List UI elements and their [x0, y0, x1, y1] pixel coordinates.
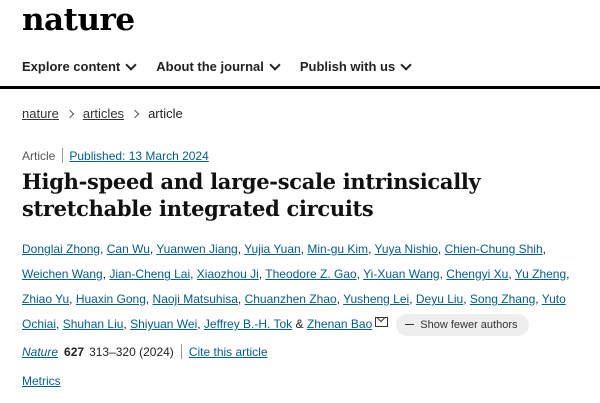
author-link[interactable]: Xiaozhou Ji [197, 267, 259, 281]
site-header: nature Explore content About the journal… [0, 0, 600, 89]
volume: 627 [64, 344, 85, 359]
breadcrumb-link-articles[interactable]: articles [83, 106, 124, 121]
chevron-right-icon [65, 109, 75, 118]
author-link[interactable]: Yusheng Lei [343, 292, 409, 306]
author-link[interactable]: Chengyi Xu [446, 267, 508, 281]
meta-divider [62, 148, 64, 163]
author-link[interactable]: Naoji Matsuhisa [153, 292, 238, 306]
nav-about-the-journal[interactable]: About the journal [156, 58, 281, 74]
author-link[interactable]: Can Wu [107, 242, 150, 256]
author-link[interactable]: Huaxin Gong [76, 292, 146, 306]
published-date-link[interactable]: Published: 13 March 2024 [69, 149, 208, 163]
author-and: & [295, 317, 304, 331]
nav-label: Publish with us [299, 59, 396, 74]
author-link[interactable]: Theodore Z. Gao [265, 267, 356, 281]
chevron-down-icon [269, 58, 281, 71]
author-link[interactable]: Shiyuan Wei [130, 317, 197, 331]
author-link[interactable]: Deyu Liu [416, 292, 463, 306]
pages-year: 313–320 (2024) [89, 344, 174, 359]
chevron-down-icon [400, 58, 412, 71]
show-fewer-authors-button[interactable]: Show fewer authors [396, 314, 529, 336]
article-type: Article [22, 148, 56, 163]
main-nav: Explore content About the journal Publis… [22, 58, 431, 74]
author-link[interactable]: Donglai Zhong [22, 242, 100, 256]
author-link[interactable]: Weichen Wang [22, 267, 103, 281]
citation-line: Nature 627 313–320 (2024) Cite this arti… [22, 344, 268, 359]
author-link[interactable]: Yujia Yuan [244, 242, 301, 256]
citation-divider [180, 344, 182, 359]
journal-link[interactable]: Nature [22, 345, 58, 359]
author-link[interactable]: Chuanzhen Zhao [245, 292, 337, 306]
author-link[interactable]: Yuya Nishio [375, 242, 438, 256]
author-link[interactable]: Min-gu Kim [307, 242, 368, 256]
minus-icon [405, 323, 415, 325]
breadcrumb-current: article [148, 106, 183, 121]
breadcrumb-link-nature[interactable]: nature [22, 106, 59, 121]
envelope-icon[interactable] [375, 317, 389, 327]
article-title: High-speed and large-scale intrinsically… [22, 169, 481, 221]
breadcrumb: nature articles article [22, 106, 183, 121]
author-link[interactable]: Yuanwen Jiang [156, 242, 237, 256]
nav-explore-content[interactable]: Explore content [22, 58, 137, 74]
author-link[interactable]: Yu Zheng [515, 267, 566, 281]
author-link[interactable]: Zhiao Yu [22, 292, 69, 306]
author-link-corresponding[interactable]: Zhenan Bao [307, 317, 372, 331]
author-link[interactable]: Jeffrey B.-H. Tok [204, 317, 292, 331]
nav-publish-with-us[interactable]: Publish with us [299, 58, 412, 74]
author-link[interactable]: Jian-Cheng Lai [109, 267, 190, 281]
author-list: Donglai Zhong, Can Wu, Yuanwen Jiang, Yu… [22, 237, 590, 337]
author-link[interactable]: Shuhan Liu [63, 317, 124, 331]
nav-label: About the journal [156, 59, 264, 74]
author-link[interactable]: Song Zhang [470, 292, 535, 306]
nature-logo[interactable]: nature [22, 2, 135, 38]
author-link[interactable]: Yi-Xuan Wang [363, 267, 439, 281]
chevron-down-icon [125, 58, 137, 71]
article-meta: Article Published: 13 March 2024 [22, 148, 209, 163]
header-divider [0, 86, 600, 89]
nav-label: Explore content [22, 59, 121, 74]
author-link[interactable]: Chien-Chung Shih [445, 242, 543, 256]
show-fewer-authors-label: Show fewer authors [420, 319, 518, 331]
chevron-right-icon [130, 109, 140, 118]
metrics-link[interactable]: Metrics [22, 374, 61, 388]
cite-this-article-link[interactable]: Cite this article [189, 345, 268, 359]
